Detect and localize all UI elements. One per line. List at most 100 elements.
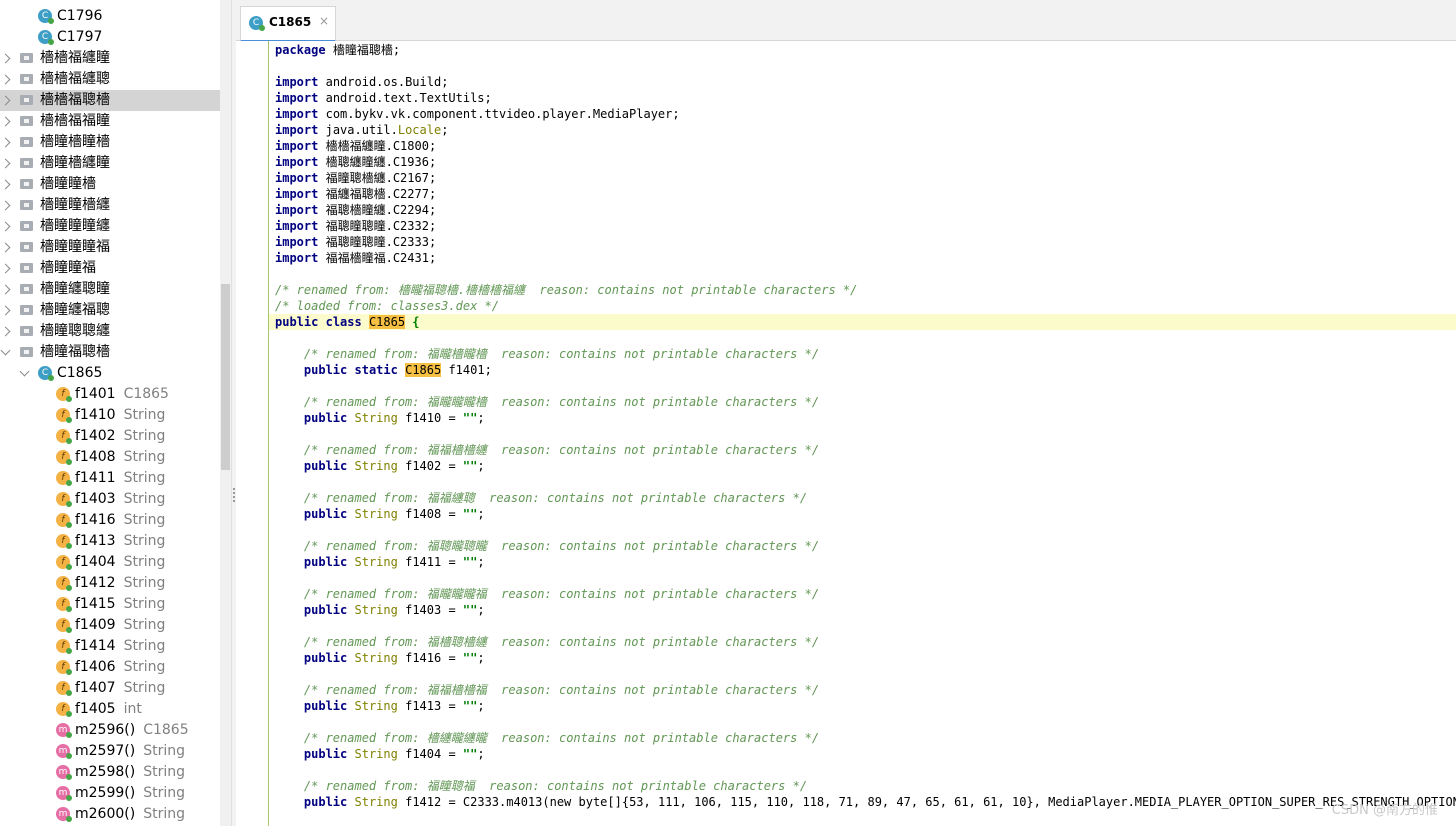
- tree-item-package[interactable]: 檣瞳瞳檣: [0, 174, 220, 195]
- tree-item-label: f1416 String: [75, 512, 166, 528]
- tree-item-method[interactable]: m m2599() String: [0, 783, 220, 804]
- chevron-right-icon[interactable]: [0, 95, 11, 106]
- chevron-right-icon[interactable]: [0, 284, 11, 295]
- tree-item-field[interactable]: f f1410 String: [0, 405, 220, 426]
- tree-item-package[interactable]: 檣瞳瞳福: [0, 258, 220, 279]
- tree-item-label: f1411 String: [75, 470, 166, 486]
- chevron-down-icon[interactable]: [19, 366, 30, 377]
- code-line[interactable]: public String f1404 = "";: [269, 746, 1456, 762]
- tree-item-package[interactable]: 檣瞳瞳瞳福: [0, 237, 220, 258]
- tree-item-package[interactable]: 檣檣福纏聰: [0, 69, 220, 90]
- chevron-right-icon[interactable]: [0, 263, 11, 274]
- code-line[interactable]: /* renamed from: 福聰矓聰矓 reason: contains …: [269, 538, 1456, 554]
- code-line[interactable]: import 福聰瞳聰瞳.C2333;: [269, 234, 1456, 250]
- tree-item-method[interactable]: m m2598() String: [0, 762, 220, 783]
- tree-item-field[interactable]: f f1408 String: [0, 447, 220, 468]
- code-line[interactable]: public String f1402 = "";: [269, 458, 1456, 474]
- chevron-right-icon[interactable]: [0, 305, 11, 316]
- chevron-down-icon[interactable]: [0, 345, 11, 356]
- code-line[interactable]: public static C1865 f1401;: [269, 362, 1456, 378]
- tree-item-package[interactable]: 檣瞳瞳瞳纏: [0, 216, 220, 237]
- tree-item-package[interactable]: 檣瞳福聰檣: [0, 342, 220, 363]
- tree-item-package[interactable]: 檣瞳瞳檣纏: [0, 195, 220, 216]
- code-line[interactable]: public String f1408 = "";: [269, 506, 1456, 522]
- code-line[interactable]: /* renamed from: 福矓矓矓檣 reason: contains …: [269, 394, 1456, 410]
- chevron-right-icon[interactable]: [0, 326, 11, 337]
- code-line[interactable]: /* renamed from: 福矓矓矓福 reason: contains …: [269, 586, 1456, 602]
- tree-item-field[interactable]: f f1406 String: [0, 657, 220, 678]
- tree-item-class[interactable]: C C1797: [0, 27, 220, 48]
- code-line[interactable]: import java.util.Localejava.util.Locale;: [269, 122, 1456, 138]
- chevron-right-icon[interactable]: [0, 137, 11, 148]
- tree-item-package[interactable]: 檣檣福纏瞳: [0, 48, 220, 69]
- code-editor[interactable]: package 檣瞳福聰檣; import android.os.Build; im…: [269, 41, 1456, 826]
- tree-item-package[interactable]: 檣瞳檣瞳檣: [0, 132, 220, 153]
- tree-scrollbar[interactable]: [220, 0, 231, 826]
- chevron-right-icon[interactable]: [0, 53, 11, 64]
- code-line[interactable]: import android.text.TextUtils;: [269, 90, 1456, 106]
- code-line[interactable]: package 檣瞳福聰檣;: [269, 42, 1456, 58]
- tree-item-field[interactable]: f f1407 String: [0, 678, 220, 699]
- tree-item-method[interactable]: m m2597() String: [0, 741, 220, 762]
- code-line[interactable]: import 檣檣福纏瞳.C1800;: [269, 138, 1456, 154]
- chevron-right-icon[interactable]: [0, 200, 11, 211]
- code-line[interactable]: import android.os.Build;: [269, 74, 1456, 90]
- tree-item-package[interactable]: 檣瞳纏福聰: [0, 300, 220, 321]
- tree-item-field[interactable]: f f1411 String: [0, 468, 220, 489]
- code-line[interactable]: /* renamed from: 福瞳聰福 reason: contains n…: [269, 778, 1456, 794]
- tree-item-package[interactable]: 檣瞳聰聰纏: [0, 321, 220, 342]
- tree-item-field[interactable]: f f1415 String: [0, 594, 220, 615]
- chevron-right-icon[interactable]: [0, 179, 11, 190]
- code-line[interactable]: /* renamed from: 福福纏聰 reason: contains n…: [269, 490, 1456, 506]
- tree-item-field[interactable]: f f1413 String: [0, 531, 220, 552]
- code-line[interactable]: /* renamed from: 福檣聰檣纏 reason: contains …: [269, 634, 1456, 650]
- tree-item-field[interactable]: f f1405 int: [0, 699, 220, 720]
- chevron-right-icon[interactable]: [0, 242, 11, 253]
- tree-item-field[interactable]: f f1416 String: [0, 510, 220, 531]
- tree-item-method[interactable]: m m2600() String: [0, 804, 220, 825]
- code-line[interactable]: public String f1410 = "";: [269, 410, 1456, 426]
- tree-item-field[interactable]: f f1403 String: [0, 489, 220, 510]
- code-line[interactable]: public String f1413 = "";: [269, 698, 1456, 714]
- code-line[interactable]: public String f1411 = "";: [269, 554, 1456, 570]
- tree-scrollbar-thumb[interactable]: [221, 284, 230, 470]
- tree-item-field[interactable]: f f1412 String: [0, 573, 220, 594]
- code-line[interactable]: import 福福檣瞳福.C2431;: [269, 250, 1456, 266]
- tree-item-method[interactable]: m m2596() C1865: [0, 720, 220, 741]
- tree-item-package[interactable]: 檣瞳纏聰瞳: [0, 279, 220, 300]
- tree-item-class[interactable]: C C1796: [0, 6, 220, 27]
- code-line[interactable]: import 福聰瞳聰瞳.C2332;: [269, 218, 1456, 234]
- chevron-right-icon[interactable]: [0, 116, 11, 127]
- close-icon[interactable]: ×: [319, 14, 329, 28]
- tree-item-field[interactable]: f f1401 C1865: [0, 384, 220, 405]
- code-line[interactable]: /* renamed from: 福矓檣矓檣 reason: contains …: [269, 346, 1456, 362]
- chevron-right-icon[interactable]: [0, 158, 11, 169]
- tree-item-package[interactable]: 檣檣福福瞳: [0, 111, 220, 132]
- splitter-grip-icon[interactable]: [233, 488, 235, 504]
- code-line[interactable]: /* loaded from: classes3.dex */: [269, 298, 1456, 314]
- tab-c1865[interactable]: C C1865 ×: [240, 6, 336, 42]
- chevron-right-icon[interactable]: [0, 221, 11, 232]
- code-line[interactable]: import 福瞳聰檣纏.C2167;: [269, 170, 1456, 186]
- tree-item-class[interactable]: C C1865: [0, 363, 220, 384]
- tree-item-package[interactable]: 檣瞳檣纏瞳: [0, 153, 220, 174]
- tree-item-package[interactable]: 檣檣福聰檣: [0, 90, 220, 111]
- code-line[interactable]: /* renamed from: 檣矓福聰檣.檣檣檣福纏 reason: con…: [269, 282, 1456, 298]
- code-line[interactable]: /* renamed from: 福福檣檣纏 reason: contains …: [269, 442, 1456, 458]
- code-line[interactable]: public String f1412 = C2333.m4013(new by…: [269, 794, 1456, 810]
- tree-item-field[interactable]: f f1409 String: [0, 615, 220, 636]
- code-line[interactable]: import 福纏福聰檣.C2277;: [269, 186, 1456, 202]
- chevron-right-icon[interactable]: [0, 74, 11, 85]
- code-line[interactable]: public String f1416 = "";: [269, 650, 1456, 666]
- code-line[interactable]: import com.bykv.vk.component.ttvideo.pla…: [269, 106, 1456, 122]
- code-line[interactable]: import 福聰檣瞳纏.C2294;: [269, 202, 1456, 218]
- code-line[interactable]: /* renamed from: 檣纏矓纏矓 reason: contains …: [269, 730, 1456, 746]
- editor-gutter[interactable]: [236, 41, 269, 826]
- code-line[interactable]: public String f1403 = "";: [269, 602, 1456, 618]
- code-line[interactable]: public class C1865 {: [269, 314, 1456, 330]
- code-line[interactable]: import 檣聰纏瞳纏.C1936;: [269, 154, 1456, 170]
- code-line[interactable]: /* renamed from: 福福檣檣福 reason: contains …: [269, 682, 1456, 698]
- tree-item-field[interactable]: f f1404 String: [0, 552, 220, 573]
- tree-item-field[interactable]: f f1414 String: [0, 636, 220, 657]
- tree-item-field[interactable]: f f1402 String: [0, 426, 220, 447]
